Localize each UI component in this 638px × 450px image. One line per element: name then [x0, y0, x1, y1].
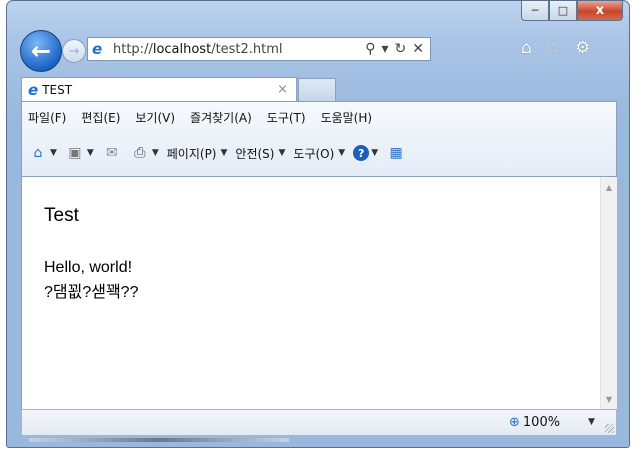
- help-dropdown-icon[interactable]: ▼: [371, 148, 378, 158]
- maximize-button[interactable]: □: [549, 1, 577, 21]
- search-dropdown-icon[interactable]: ▾: [382, 41, 389, 57]
- menu-bar: 파일(F) 편집(E) 보기(V) 즐겨찾기(A) 도구(T) 도움말(H): [28, 109, 372, 126]
- tools-dropdown-icon[interactable]: ▼: [338, 148, 345, 158]
- resize-grip[interactable]: [605, 424, 614, 433]
- safety-menu[interactable]: 안전(S): [235, 145, 274, 162]
- address-bar[interactable]: e http://localhost/test2.html ⚲ ▾ ↻ ✕: [87, 37, 431, 61]
- zoom-magnifier-icon: ⊕: [509, 415, 520, 430]
- forward-arrow-icon: →: [68, 43, 80, 59]
- page-content: Test Hello, world! ?댐꾒?샏꽥?? ▲ ▼: [21, 177, 617, 409]
- menu-favorites[interactable]: 즐겨찾기(A): [190, 109, 252, 126]
- back-button[interactable]: ←: [20, 30, 62, 72]
- mail-icon[interactable]: ✉: [102, 144, 122, 162]
- home-icon[interactable]: ⌂: [521, 38, 532, 58]
- minimize-button[interactable]: ─: [521, 1, 549, 21]
- menu-tools[interactable]: 도구(T): [267, 109, 306, 126]
- page-text-hello: Hello, world!: [44, 259, 133, 276]
- close-button[interactable]: x: [577, 1, 623, 21]
- forward-button[interactable]: →: [62, 39, 86, 63]
- menu-edit[interactable]: 편집(E): [81, 109, 120, 126]
- address-tools: ⚲ ▾ ↻ ✕: [365, 41, 430, 57]
- help-icon[interactable]: ?: [353, 145, 370, 161]
- tab-ie-icon: e: [28, 80, 39, 99]
- favorites-star-icon[interactable]: ☆: [546, 38, 561, 58]
- caption-buttons: ─ □ x: [521, 1, 623, 22]
- page-text-garbled: ?댐꾒?샏꽥??: [44, 284, 139, 301]
- settings-gear-icon[interactable]: ⚙: [575, 38, 590, 58]
- home-page-icon[interactable]: ⌂: [28, 144, 48, 162]
- browser-right-icons: ⌂ ☆ ⚙: [521, 38, 590, 58]
- browser-window: ─ □ x ← → e http://localhost/test2.html …: [6, 0, 630, 448]
- tab-title: TEST: [42, 82, 73, 97]
- home-dropdown-icon[interactable]: ▼: [50, 148, 57, 158]
- search-icon[interactable]: ⚲: [365, 41, 375, 57]
- page-heading: Test: [44, 205, 79, 226]
- status-bar: ⊕ 100% ▼: [21, 409, 617, 436]
- research-icon[interactable]: ▦: [386, 144, 406, 162]
- stop-icon[interactable]: ✕: [412, 41, 424, 57]
- feed-dropdown-icon[interactable]: ▼: [87, 148, 94, 158]
- tab-close-icon[interactable]: ×: [277, 82, 288, 97]
- ie-logo-icon: e: [92, 40, 103, 58]
- print-icon[interactable]: ⎙: [130, 144, 150, 162]
- new-tab-button[interactable]: [298, 78, 336, 101]
- menu-view[interactable]: 보기(V): [135, 109, 175, 126]
- zoom-level[interactable]: 100%: [523, 415, 560, 430]
- zoom-control[interactable]: ⊕ 100%: [509, 415, 560, 430]
- command-area: 파일(F) 편집(E) 보기(V) 즐겨찾기(A) 도구(T) 도움말(H) ⌂…: [21, 101, 617, 177]
- vertical-scrollbar[interactable]: ▲ ▼: [600, 177, 617, 409]
- scroll-up-icon[interactable]: ▲: [601, 179, 617, 195]
- menu-file[interactable]: 파일(F): [28, 109, 66, 126]
- page-menu[interactable]: 페이지(P): [167, 145, 217, 162]
- tab-test[interactable]: e TEST ×: [21, 77, 297, 101]
- command-bar: ⌂ ▼ ▣ ▼ ✉ ⎙ ▼ 페이지(P) ▼ 안전(S) ▼ 도구(O) ▼ ?…: [28, 144, 406, 162]
- page-dropdown-icon[interactable]: ▼: [221, 148, 228, 158]
- menu-help[interactable]: 도움말(H): [321, 109, 373, 126]
- print-dropdown-icon[interactable]: ▼: [152, 148, 159, 158]
- safety-dropdown-icon[interactable]: ▼: [278, 148, 285, 158]
- rss-feed-icon[interactable]: ▣: [65, 144, 85, 162]
- tools-menu[interactable]: 도구(O): [293, 145, 334, 162]
- scroll-down-icon[interactable]: ▼: [601, 391, 617, 407]
- refresh-icon[interactable]: ↻: [395, 41, 407, 57]
- window-shadow: [29, 438, 289, 442]
- address-url[interactable]: http://localhost/test2.html: [113, 42, 283, 57]
- back-arrow-icon: ←: [30, 37, 52, 65]
- zoom-dropdown-icon[interactable]: ▼: [588, 417, 595, 427]
